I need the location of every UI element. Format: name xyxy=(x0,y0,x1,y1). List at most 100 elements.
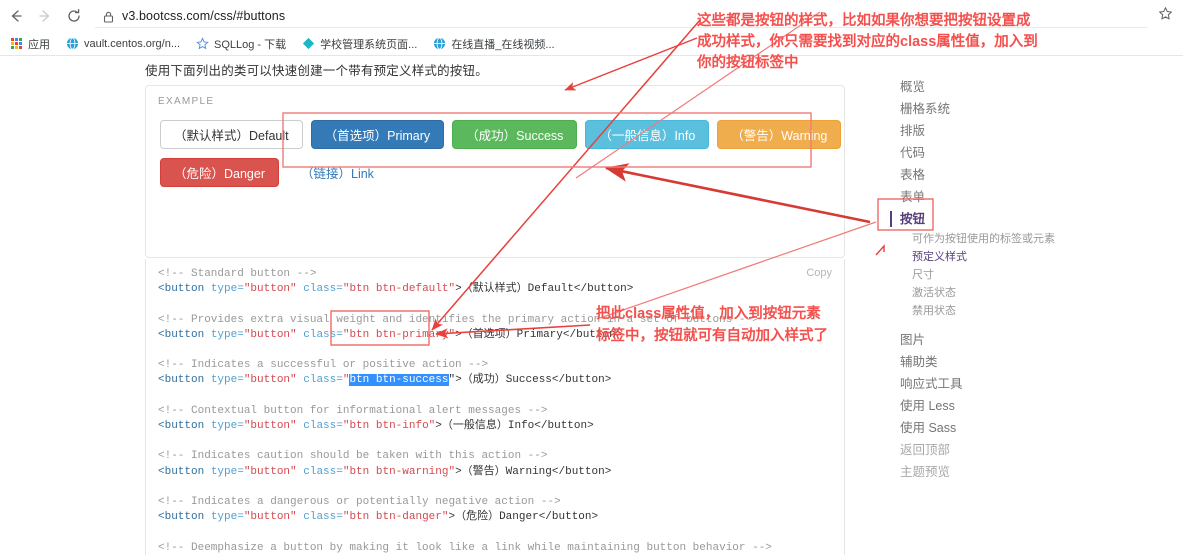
sidebar-item-label: 按钮 xyxy=(900,212,926,226)
button-link[interactable]: （链接）Link xyxy=(287,158,388,187)
page-content: 使用下面列出的类可以快速创建一个带有预定义样式的按钮。 EXAMPLE （默认样… xyxy=(0,56,1183,555)
sidebar-item-9[interactable]: 尺寸 xyxy=(890,266,1070,284)
code-markup-line: <button type="button" class="btn btn-def… xyxy=(158,282,834,297)
sidebar-item-12[interactable]: 图片 xyxy=(890,329,1070,351)
bookmark-sqllog[interactable]: SQLLog - 下载 xyxy=(190,34,292,54)
code-comment-line: <!-- Indicates a dangerous or potentiall… xyxy=(158,495,834,510)
code-tag: <button xyxy=(158,511,211,524)
code-comment: <!-- Standard button --> xyxy=(158,268,317,280)
code-text: >（警告）Warning</button> xyxy=(455,465,612,478)
code-markup-line: <button type="button" class="btn btn-inf… xyxy=(158,419,834,434)
sidebar-item-11[interactable]: 禁用状态 xyxy=(890,302,1070,320)
code-string: "btn btn-warning" xyxy=(342,465,456,478)
sidebar-item-label: 响应式工具 xyxy=(900,377,963,391)
sidebar-item-label: 可作为按钮使用的标签或元素 xyxy=(912,233,1055,245)
intro-paragraph: 使用下面列出的类可以快速创建一个带有预定义样式的按钮。 xyxy=(145,64,488,78)
code-selected-text[interactable]: btn btn-success xyxy=(349,374,449,387)
code-string: "btn btn-danger" xyxy=(342,511,449,524)
code-attr: type= xyxy=(210,511,244,524)
diamond-icon xyxy=(302,37,315,50)
code-attr: type= xyxy=(210,328,244,341)
sidebar-item-3[interactable]: 代码 xyxy=(890,142,1070,164)
sidebar-item-7[interactable]: 可作为按钮使用的标签或元素 xyxy=(890,230,1070,248)
annotation-line-2: 你的按钮标签中 xyxy=(697,55,799,71)
star-icon[interactable] xyxy=(1158,6,1173,26)
code-text: ">（成功）Success</button> xyxy=(448,374,612,387)
button-warning[interactable]: （警告）Warning xyxy=(717,120,842,149)
button-success[interactable]: （成功）Success xyxy=(452,120,578,149)
code-tag: <button xyxy=(158,328,211,341)
code-attr: type= xyxy=(210,465,244,478)
code-attr: class= xyxy=(296,283,343,296)
code-string: "button" xyxy=(243,465,297,478)
code-string: "btn btn-info" xyxy=(342,419,436,432)
sidebar-item-label: 尺寸 xyxy=(912,269,934,281)
button-info[interactable]: （一般信息）Info xyxy=(585,120,710,149)
sidebar-item-label: 表单 xyxy=(900,190,926,204)
sidebar-item-10[interactable]: 激活状态 xyxy=(890,284,1070,302)
sidebar-item-label: 使用 Sass xyxy=(900,421,957,435)
code-attr: class= xyxy=(296,328,343,341)
sidebar-item-label: 辅助类 xyxy=(900,355,938,369)
bookmark-live-video[interactable]: 在线直播_在线视频... xyxy=(427,34,560,54)
sidebar-item-16[interactable]: 使用 Sass xyxy=(890,417,1070,439)
bookmark-label: 在线直播_在线视频... xyxy=(451,38,555,51)
example-panel: EXAMPLE （默认样式）Default （首选项）Primary （成功）Suc… xyxy=(145,85,845,258)
sidebar-item-14[interactable]: 响应式工具 xyxy=(890,373,1070,395)
code-comment: <!-- Indicates caution should be taken w… xyxy=(158,450,548,463)
star-badge-icon xyxy=(196,37,209,50)
code-comment: <!-- Indicates a dangerous or potentiall… xyxy=(158,495,561,508)
reload-icon[interactable] xyxy=(61,3,87,29)
code-attr: type= xyxy=(210,374,244,387)
bookmark-apps[interactable]: 应用 xyxy=(5,34,56,54)
page-sidebar-nav: 概览 栅格系统 排版代码表格表单按钮可作为按钮使用的标签或元素 预定义样式尺寸激活状态… xyxy=(890,76,1070,483)
annotation-note-top: 这些都是按钮的样式，比如如果你想要把按钮设置成 成功样式，你只需要找到对应的cla… xyxy=(697,11,1038,74)
code-markup-line: <button type="button" class="btn btn-suc… xyxy=(158,373,834,388)
sidebar-item-0[interactable]: 概览 xyxy=(890,76,1070,98)
bookmark-school-system[interactable]: 学校管理系统页面... xyxy=(296,34,423,54)
button-danger[interactable]: （危险）Danger xyxy=(160,158,279,187)
bookmark-vault-centos[interactable]: vault.centos.org/n... xyxy=(60,34,186,54)
code-string: "button" xyxy=(243,511,297,524)
sidebar-item-13[interactable]: 辅助类 xyxy=(890,351,1070,373)
sidebar-item-label: 主题预览 xyxy=(900,465,951,479)
sidebar-item-label: 代码 xyxy=(900,146,926,160)
code-comment: <!-- Indicates a successful or positive … xyxy=(158,359,489,372)
code-text: >（危险）Danger</button> xyxy=(448,511,599,524)
apps-grid-icon xyxy=(11,37,23,50)
globe-icon xyxy=(66,37,79,50)
code-comment: <!-- Contextual button for informational… xyxy=(158,404,548,417)
forward-arrow-icon[interactable] xyxy=(32,3,58,29)
sidebar-item-label: 图片 xyxy=(900,333,926,347)
bookmark-label: vault.centos.org/n... xyxy=(84,37,180,50)
code-string: "button" xyxy=(243,283,297,296)
sidebar-item-18[interactable]: 主题预览 xyxy=(890,461,1070,483)
sidebar-item-6[interactable]: 按钮 xyxy=(890,208,1070,230)
code-string: "btn btn-primary" xyxy=(342,328,456,341)
code-string: "button" xyxy=(243,328,297,341)
back-arrow-icon[interactable] xyxy=(3,3,29,29)
sidebar-item-5[interactable]: 表单 xyxy=(890,186,1070,208)
code-markup-line: <button type="button" class="btn btn-war… xyxy=(158,465,834,480)
button-row-primary: （默认样式）Default （首选项）Primary （成功）Success （一般信… xyxy=(160,120,849,149)
sidebar-item-15[interactable]: 使用 Less xyxy=(890,395,1070,417)
code-string: "button" xyxy=(243,419,297,432)
sidebar-item-label: 预定义样式 xyxy=(912,251,967,263)
code-attr: class= xyxy=(296,419,343,432)
bookmark-label: 应用 xyxy=(28,38,50,51)
sidebar-item-2[interactable]: 排版 xyxy=(890,120,1070,142)
button-default[interactable]: （默认样式）Default xyxy=(160,120,303,149)
bookmark-label: SQLLog - 下载 xyxy=(214,38,287,51)
code-text: >（一般信息）Info</button> xyxy=(435,419,594,432)
sidebar-item-1[interactable]: 栅格系统 xyxy=(890,98,1070,120)
code-comment-line: <!-- Indicates caution should be taken w… xyxy=(158,449,834,464)
sidebar-item-4[interactable]: 表格 xyxy=(890,164,1070,186)
sidebar-item-8[interactable]: 预定义样式 xyxy=(890,248,1070,266)
code-attr: class= xyxy=(296,465,343,478)
button-primary[interactable]: （首选项）Primary xyxy=(310,120,445,149)
annotation-line-0: 这些都是按钮的样式，比如如果你想要把按钮设置成 xyxy=(697,13,1031,29)
sidebar-item-17[interactable]: 返回顶部 xyxy=(890,439,1070,461)
